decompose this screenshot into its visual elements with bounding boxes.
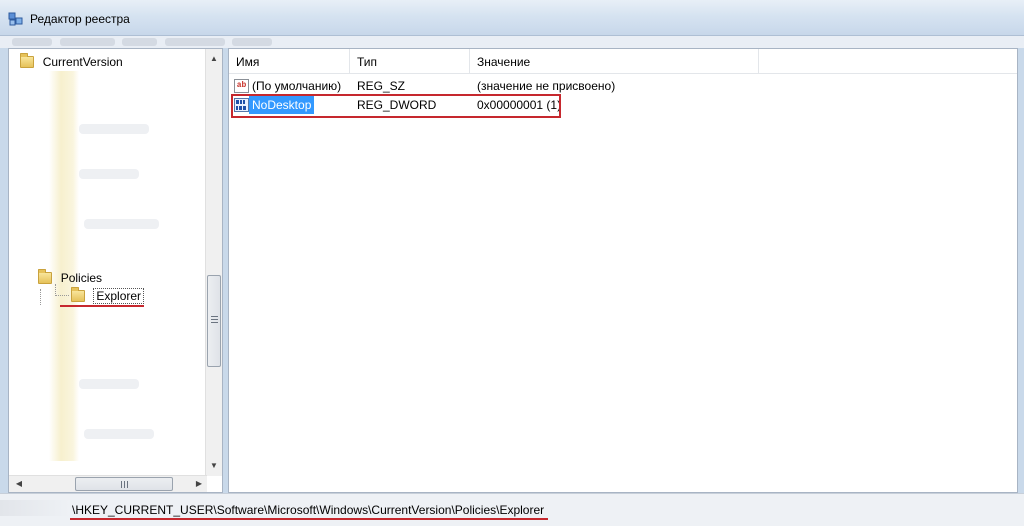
tree-horizontal-scrollbar[interactable]: ◀ ▶ — [9, 475, 207, 492]
vertical-scroll-thumb[interactable] — [207, 275, 221, 367]
string-value-icon: ab — [234, 79, 249, 93]
registry-editor-icon — [8, 12, 23, 26]
title-bar[interactable]: Редактор реестра — [0, 0, 1024, 36]
blurred-tree-region — [79, 169, 139, 179]
list-header: Имя Тип Значение — [229, 49, 1017, 74]
tree-item-label: Policies — [60, 270, 103, 285]
value-name: (По умолчанию) — [252, 79, 342, 93]
folder-icon — [71, 286, 85, 302]
registry-path: \HKEY_CURRENT_USER\Software\Microsoft\Wi… — [72, 503, 545, 517]
column-header-type[interactable]: Тип — [350, 49, 470, 73]
blurred-tree-region — [79, 124, 149, 134]
tree-vertical-scrollbar[interactable]: ▲ ▼ — [205, 49, 222, 476]
menu-blur — [12, 38, 52, 46]
tree-item-policies[interactable]: Policies — [35, 268, 102, 286]
blurred-status-region — [0, 500, 70, 516]
menu-bar[interactable] — [0, 36, 1024, 48]
window-title: Редактор реестра — [30, 12, 130, 26]
status-bar: \HKEY_CURRENT_USER\Software\Microsoft\Wi… — [0, 493, 1024, 526]
tree-item-explorer[interactable]: Explorer — [71, 286, 145, 304]
tree-guide-line — [40, 289, 41, 305]
grip-line — [211, 319, 218, 320]
tree-guide-line — [55, 295, 69, 296]
registry-values-pane[interactable]: Имя Тип Значение ab (По умолчанию) REG_S… — [228, 48, 1018, 493]
annotation-underline — [70, 518, 548, 520]
grip-line — [121, 481, 122, 488]
scroll-up-button[interactable]: ▲ — [206, 51, 222, 67]
value-type: REG_SZ — [357, 79, 406, 93]
table-row[interactable]: ab (По умолчанию) REG_SZ (значение не пр… — [229, 77, 1017, 95]
blurred-tree-region — [79, 379, 139, 389]
grip-line — [127, 481, 128, 488]
column-header-value[interactable]: Значение — [470, 49, 759, 73]
grip-line — [211, 316, 218, 317]
annotation-highlight-box — [231, 94, 561, 118]
value-data: (значение не присвоено) — [477, 79, 616, 93]
tree-item-label: Explorer — [93, 287, 145, 304]
tree-item-label: CurrentVersion — [42, 54, 123, 69]
column-header-name[interactable]: Имя — [229, 49, 350, 73]
grip-line — [211, 322, 218, 323]
menu-blur — [122, 38, 157, 46]
registry-tree-pane[interactable]: CurrentVersion Policies Explorer ▲ ▼ ◀ ▶ — [8, 48, 223, 493]
annotation-underline — [60, 305, 144, 307]
tree-item-currentversion[interactable]: CurrentVersion — [17, 52, 123, 70]
scroll-right-button[interactable]: ▶ — [191, 476, 207, 492]
menu-blur — [60, 38, 115, 46]
scroll-down-button[interactable]: ▼ — [206, 458, 222, 474]
blurred-tree-region — [84, 219, 159, 229]
folder-icon — [20, 52, 35, 68]
blurred-tree-region — [84, 429, 154, 439]
grip-line — [124, 481, 125, 488]
menu-blur — [232, 38, 272, 46]
folder-icon — [38, 268, 53, 284]
blurred-tree-region — [49, 71, 79, 461]
horizontal-scroll-thumb[interactable] — [75, 477, 173, 491]
scroll-left-button[interactable]: ◀ — [11, 476, 27, 492]
menu-blur — [165, 38, 225, 46]
